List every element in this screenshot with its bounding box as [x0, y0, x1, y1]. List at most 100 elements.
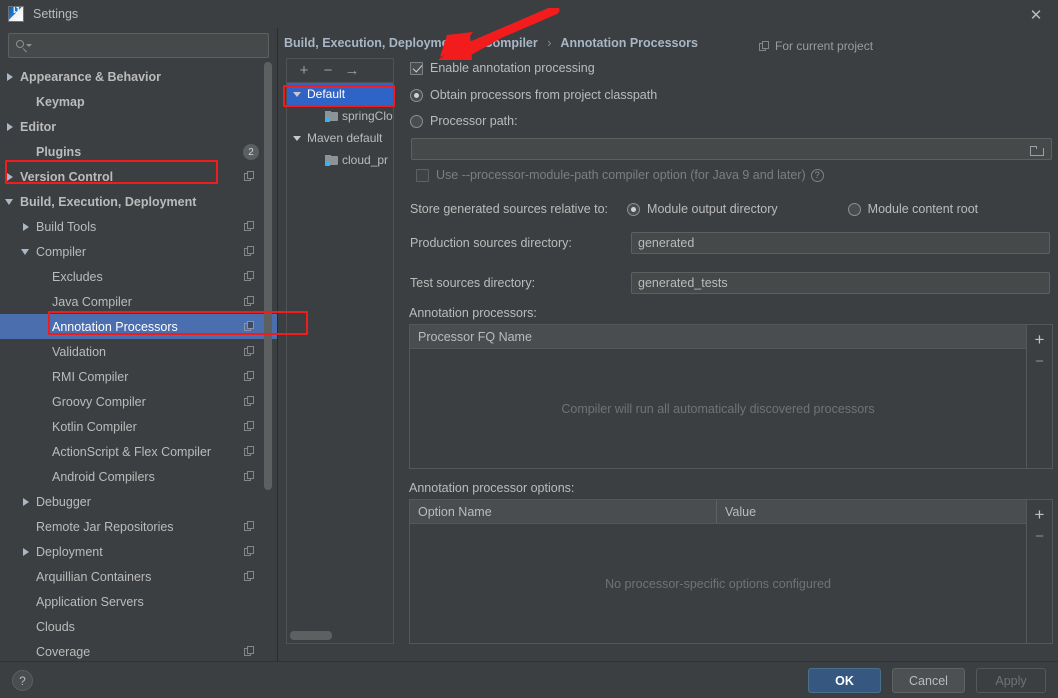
- module-output-directory-radio[interactable]: [627, 202, 641, 216]
- production-sources-field[interactable]: generated: [631, 232, 1050, 254]
- title-bar: Settings ✕: [0, 0, 1058, 28]
- obtain-from-classpath-radio[interactable]: [410, 88, 423, 102]
- chevron-right-icon[interactable]: [4, 64, 20, 89]
- processor-path-field[interactable]: [411, 138, 1052, 160]
- column-header-option-name[interactable]: Option Name: [410, 500, 716, 523]
- module-content-root-radio[interactable]: [847, 202, 861, 216]
- profile-item-springclo[interactable]: springClo: [287, 105, 393, 127]
- add-profile-button[interactable]: +: [293, 61, 315, 81]
- copy-icon: [244, 471, 255, 482]
- profiles-horizontal-scrollbar[interactable]: [290, 631, 332, 640]
- sidebar-item-compiler[interactable]: Compiler: [0, 239, 277, 264]
- sidebar-item-android-compilers[interactable]: Android Compilers: [0, 464, 277, 489]
- sidebar-item-version-control[interactable]: Version Control: [0, 164, 277, 189]
- processor-path-radio[interactable]: [410, 114, 423, 128]
- plugins-update-badge: 2: [243, 144, 259, 160]
- profile-item-default[interactable]: Default: [287, 83, 393, 105]
- sidebar-item-label: Deployment: [36, 544, 103, 559]
- sidebar-item-deployment[interactable]: Deployment: [0, 539, 277, 564]
- sidebar-item-validation[interactable]: Validation: [0, 339, 277, 364]
- sidebar-item-arquillian-containers[interactable]: Arquillian Containers: [0, 564, 277, 589]
- column-header-processor-fq-name[interactable]: Processor FQ Name: [410, 325, 1026, 348]
- sidebar-item-appearance-behavior[interactable]: Appearance & Behavior: [0, 64, 277, 89]
- breadcrumb-part-2[interactable]: Annotation Processors: [560, 36, 698, 50]
- processor-module-path-checkbox[interactable]: [416, 168, 429, 182]
- add-processor-button[interactable]: +: [1029, 328, 1051, 350]
- chevron-down-icon[interactable]: [289, 83, 307, 105]
- sidebar-item-application-servers[interactable]: Application Servers: [0, 589, 277, 614]
- processor-path-row[interactable]: Processor path:: [410, 114, 518, 128]
- sidebar-item-label: ActionScript & Flex Compiler: [52, 444, 212, 459]
- sidebar-item-java-compiler[interactable]: Java Compiler: [0, 289, 277, 314]
- add-option-button[interactable]: +: [1029, 503, 1051, 525]
- search-input[interactable]: [33, 37, 262, 54]
- sidebar-item-label: Kotlin Compiler: [52, 419, 137, 434]
- test-sources-field[interactable]: generated_tests: [631, 272, 1050, 294]
- dialog-footer: ? OK Cancel Apply: [0, 661, 1058, 698]
- chevron-right-icon[interactable]: [4, 114, 20, 139]
- profile-item-label: cloud_pr: [342, 153, 389, 167]
- enable-annotation-processing-checkbox[interactable]: [410, 61, 423, 75]
- module-content-root-option[interactable]: Module content root: [847, 202, 978, 216]
- annotation-processor-options-title: Annotation processor options:: [409, 481, 575, 495]
- sidebar-item-actionscript-flex-compiler[interactable]: ActionScript & Flex Compiler: [0, 439, 277, 464]
- search-box[interactable]: [8, 33, 269, 58]
- copy-icon: [244, 271, 255, 282]
- copy-icon: [244, 171, 255, 182]
- folder-icon[interactable]: [1024, 140, 1050, 160]
- obtain-from-classpath-row[interactable]: Obtain processors from project classpath: [410, 88, 657, 102]
- chevron-down-icon[interactable]: [289, 127, 307, 149]
- chevron-right-icon[interactable]: [20, 539, 36, 564]
- sidebar-vertical-scrollbar[interactable]: [264, 62, 272, 490]
- close-icon[interactable]: ✕: [1026, 5, 1046, 25]
- chevron-right-icon[interactable]: [4, 164, 20, 189]
- remove-processor-button[interactable]: −: [1029, 350, 1051, 372]
- chevron-right-icon[interactable]: [20, 214, 36, 239]
- breadcrumb-separator-1: ›: [547, 36, 552, 50]
- breadcrumb-part-0[interactable]: Build, Execution, Deployment: [284, 36, 460, 50]
- enable-annotation-processing-row[interactable]: Enable annotation processing: [410, 61, 595, 75]
- move-profile-button[interactable]: →: [341, 61, 363, 81]
- profile-item-cloud-pr[interactable]: cloud_pr: [287, 149, 393, 171]
- sidebar-item-build-execution-deployment[interactable]: Build, Execution, Deployment: [0, 189, 277, 214]
- sidebar-item-remote-jar-repositories[interactable]: Remote Jar Repositories: [0, 514, 277, 539]
- column-header-value[interactable]: Value: [716, 500, 1026, 523]
- processor-module-path-row[interactable]: Use --processor-module-path compiler opt…: [416, 168, 824, 182]
- remove-option-button[interactable]: −: [1029, 525, 1051, 547]
- test-sources-label-wrap: Test sources directory:: [410, 276, 535, 290]
- production-sources-label-wrap: Production sources directory:: [410, 236, 572, 250]
- module-output-directory-option[interactable]: Module output directory: [627, 202, 778, 216]
- sidebar-item-annotation-processors[interactable]: Annotation Processors: [0, 314, 277, 339]
- help-icon[interactable]: ?: [810, 168, 824, 182]
- production-sources-label: Production sources directory:: [410, 236, 572, 250]
- sidebar-item-plugins[interactable]: Plugins 2: [0, 139, 277, 164]
- sidebar-item-build-tools[interactable]: Build Tools: [0, 214, 277, 239]
- chevron-down-icon[interactable]: [20, 239, 36, 264]
- sidebar-item-rmi-compiler[interactable]: RMI Compiler: [0, 364, 277, 389]
- sidebar-item-label: Compiler: [36, 244, 87, 259]
- remove-profile-button[interactable]: −: [317, 61, 339, 81]
- sidebar-item-clouds[interactable]: Clouds: [0, 614, 277, 639]
- processors-table-header: Processor FQ Name: [410, 325, 1026, 349]
- settings-dialog: Settings ✕ Appearance & Behavior Keymap Ed…: [0, 0, 1058, 698]
- chevron-down-icon[interactable]: [4, 189, 20, 214]
- ok-button[interactable]: OK: [808, 668, 881, 693]
- copy-icon: [244, 321, 255, 332]
- sidebar-item-keymap[interactable]: Keymap: [0, 89, 277, 114]
- sidebar-item-debugger[interactable]: Debugger: [0, 489, 277, 514]
- breadcrumb-part-1[interactable]: Compiler: [484, 36, 538, 50]
- chevron-right-icon[interactable]: [20, 489, 36, 514]
- sidebar-item-groovy-compiler[interactable]: Groovy Compiler: [0, 389, 277, 414]
- options-table-body: Option Name Value No processor-specific …: [410, 500, 1026, 643]
- sidebar-item-kotlin-compiler[interactable]: Kotlin Compiler: [0, 414, 277, 439]
- sidebar-item-excludes[interactable]: Excludes: [0, 264, 277, 289]
- cancel-button[interactable]: Cancel: [892, 668, 965, 693]
- sidebar-item-coverage[interactable]: Coverage: [0, 639, 277, 661]
- profile-item-maven-default[interactable]: Maven default: [287, 127, 393, 149]
- sidebar-item-editor[interactable]: Editor: [0, 114, 277, 139]
- help-button[interactable]: ?: [12, 670, 33, 691]
